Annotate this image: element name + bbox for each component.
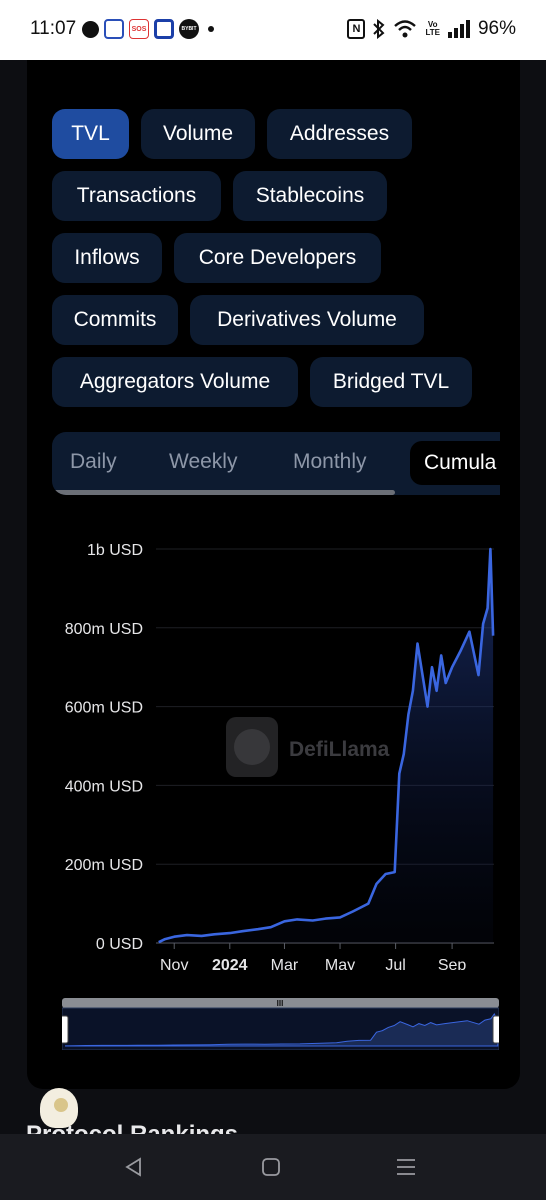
system-nav-bar [0,1134,546,1200]
system-icons: N Vo LTE 96% [347,18,516,40]
x-tick-label: Sep [438,957,467,970]
bluetooth-icon [373,19,385,39]
notification-icons: SOS BYBIT [82,19,214,39]
watermark-text: DefiLlama [289,738,390,761]
x-tick-label: Mar [271,957,299,970]
app-notification-icon [154,19,174,39]
back-button[interactable] [94,1134,174,1200]
signal-icon [447,20,470,38]
pill-commits[interactable]: Commits [52,295,178,345]
tab-weekly[interactable]: Weekly [169,432,237,490]
pill-stablecoins[interactable]: Stablecoins [233,171,387,221]
tab-daily[interactable]: Daily [70,432,117,490]
brush-grip[interactable]: III [277,999,284,1008]
back-icon [125,1157,141,1177]
y-tick-label: 200m USD [65,857,143,874]
clock: 11:07 [30,18,77,39]
nfc-icon: N [347,19,366,39]
bybit-notification-icon: BYBIT [179,19,199,39]
y-tick-label: 0 USD [96,936,143,953]
pill-derivatives-volume[interactable]: Derivatives Volume [190,295,424,345]
y-tick-label: 1b USD [87,542,143,559]
y-tick-label: 400m USD [65,778,143,795]
status-bar: 11:07 SOS BYBIT N Vo LTE 96% [0,0,546,60]
bank-notification-icon [104,19,124,39]
y-tick-label: 800m USD [65,621,143,638]
pill-aggregators-volume[interactable]: Aggregators Volume [52,357,298,407]
x-tick-label: Nov [160,957,188,970]
volte-icon: Vo LTE [425,20,440,37]
more-notifications-icon [208,26,214,32]
tvl-chart: DefiLlama 0 USD 200m USD 400m USD 600m USD 8… [0,530,546,974]
pill-inflows[interactable]: Inflows [52,233,162,283]
pill-addresses[interactable]: Addresses [267,109,412,159]
wifi-icon [394,20,417,38]
pill-bridged-tvl[interactable]: Bridged TVL [310,357,472,407]
tab-cumulative[interactable]: Cumula [410,441,500,485]
chat-notification-icon [82,20,99,38]
pill-tvl[interactable]: TVL [52,109,129,159]
x-tick-label: Jul [385,957,405,970]
section-heading: Protocol Rankings [26,1120,238,1134]
pill-transactions[interactable]: Transactions [52,171,221,221]
recents-button[interactable] [366,1134,446,1200]
tvl-chart-svg: DefiLlama 0 USD 200m USD 400m USD 600m USD 8… [65,542,495,974]
period-tab-bar: Daily Weekly Monthly Cumula [52,432,500,495]
range-brush[interactable]: III [59,998,502,1051]
x-tick-label: May [325,957,355,970]
home-button[interactable] [231,1134,311,1200]
defillama-watermark: DefiLlama [226,717,390,777]
brush-right-handle[interactable] [492,1015,502,1044]
sos-notification-icon: SOS [129,19,149,39]
tab-monthly[interactable]: Monthly [293,432,367,490]
home-icon [262,1158,280,1176]
pill-core-developers[interactable]: Core Developers [174,233,381,283]
brush-left-handle[interactable] [59,1015,69,1044]
y-tick-label: 600m USD [65,700,143,717]
battery-percent: 96% [477,18,516,39]
recents-icon [397,1159,415,1175]
pill-volume[interactable]: Volume [141,109,255,159]
x-tick-label: 2024 [212,957,248,970]
tab-scrollbar[interactable] [52,490,395,495]
